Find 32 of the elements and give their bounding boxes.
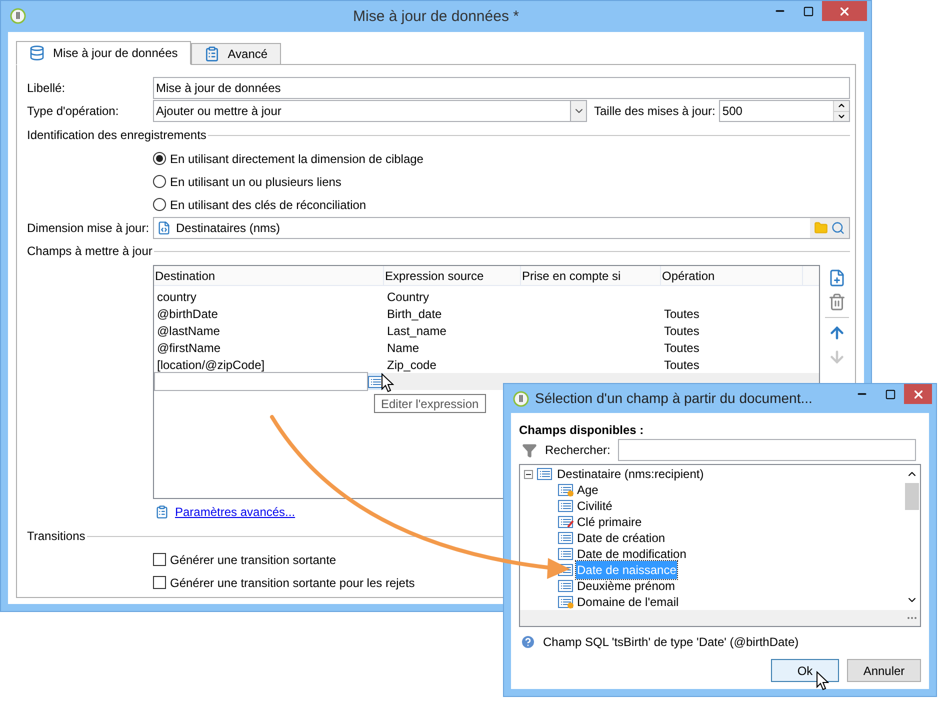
field-label: Type d'opération:	[27, 103, 120, 120]
table-cell-text: [location/@zipCode]	[156, 356, 266, 374]
table-cell-text: @birthDate	[156, 306, 219, 322]
tooltip: Editer l'expression	[374, 394, 486, 413]
field-label: Taille des mises à jour:	[594, 103, 716, 120]
table-cell-text: Name	[386, 340, 420, 356]
section-heading: Transitions	[27, 528, 86, 545]
table-cell-text: Country	[386, 288, 430, 306]
table-cell-text: Toutes	[663, 340, 700, 356]
section-heading: Champs à mettre à jour	[27, 243, 152, 260]
table-cell-text: @lastName	[156, 322, 221, 340]
window-title: Mise à jour de données *	[353, 7, 519, 27]
section-heading: Identification des enregistrements	[27, 127, 206, 144]
radio-label: En utilisant directement la dimension de ciblage	[170, 150, 424, 168]
table-cell-text: Toutes	[663, 306, 700, 322]
checkbox-label: Générer une transition sortante	[170, 552, 336, 568]
dialog-title: Sélection d'un champ à partir du document...	[535, 389, 812, 408]
field-info: Champ SQL 'tsBirth' de type 'Date' (@birthDate)	[543, 634, 799, 651]
table-cell-text: Zip_code	[386, 356, 438, 374]
table-cell-text: country	[156, 288, 198, 306]
field-label: Dimension mise à jour:	[27, 220, 150, 236]
field-label: Libellé:	[27, 80, 66, 96]
table-cell-text: @firstName	[156, 340, 222, 356]
table-cell-text: Toutes	[663, 322, 700, 340]
table-cell-text: Last_name	[386, 322, 448, 340]
field-label: Rechercher:	[545, 442, 610, 459]
table-cell-text: Toutes	[663, 356, 700, 374]
checkbox-label: Générer une transition sortante pour les rejets	[170, 574, 415, 592]
table-cell-text: Birth_date	[386, 306, 443, 322]
section-heading: Champs disponibles :	[519, 422, 645, 438]
radio-label: En utilisant des clés de réconciliation	[170, 196, 366, 214]
radio-label: En utilisant un ou plusieurs liens	[170, 174, 342, 190]
